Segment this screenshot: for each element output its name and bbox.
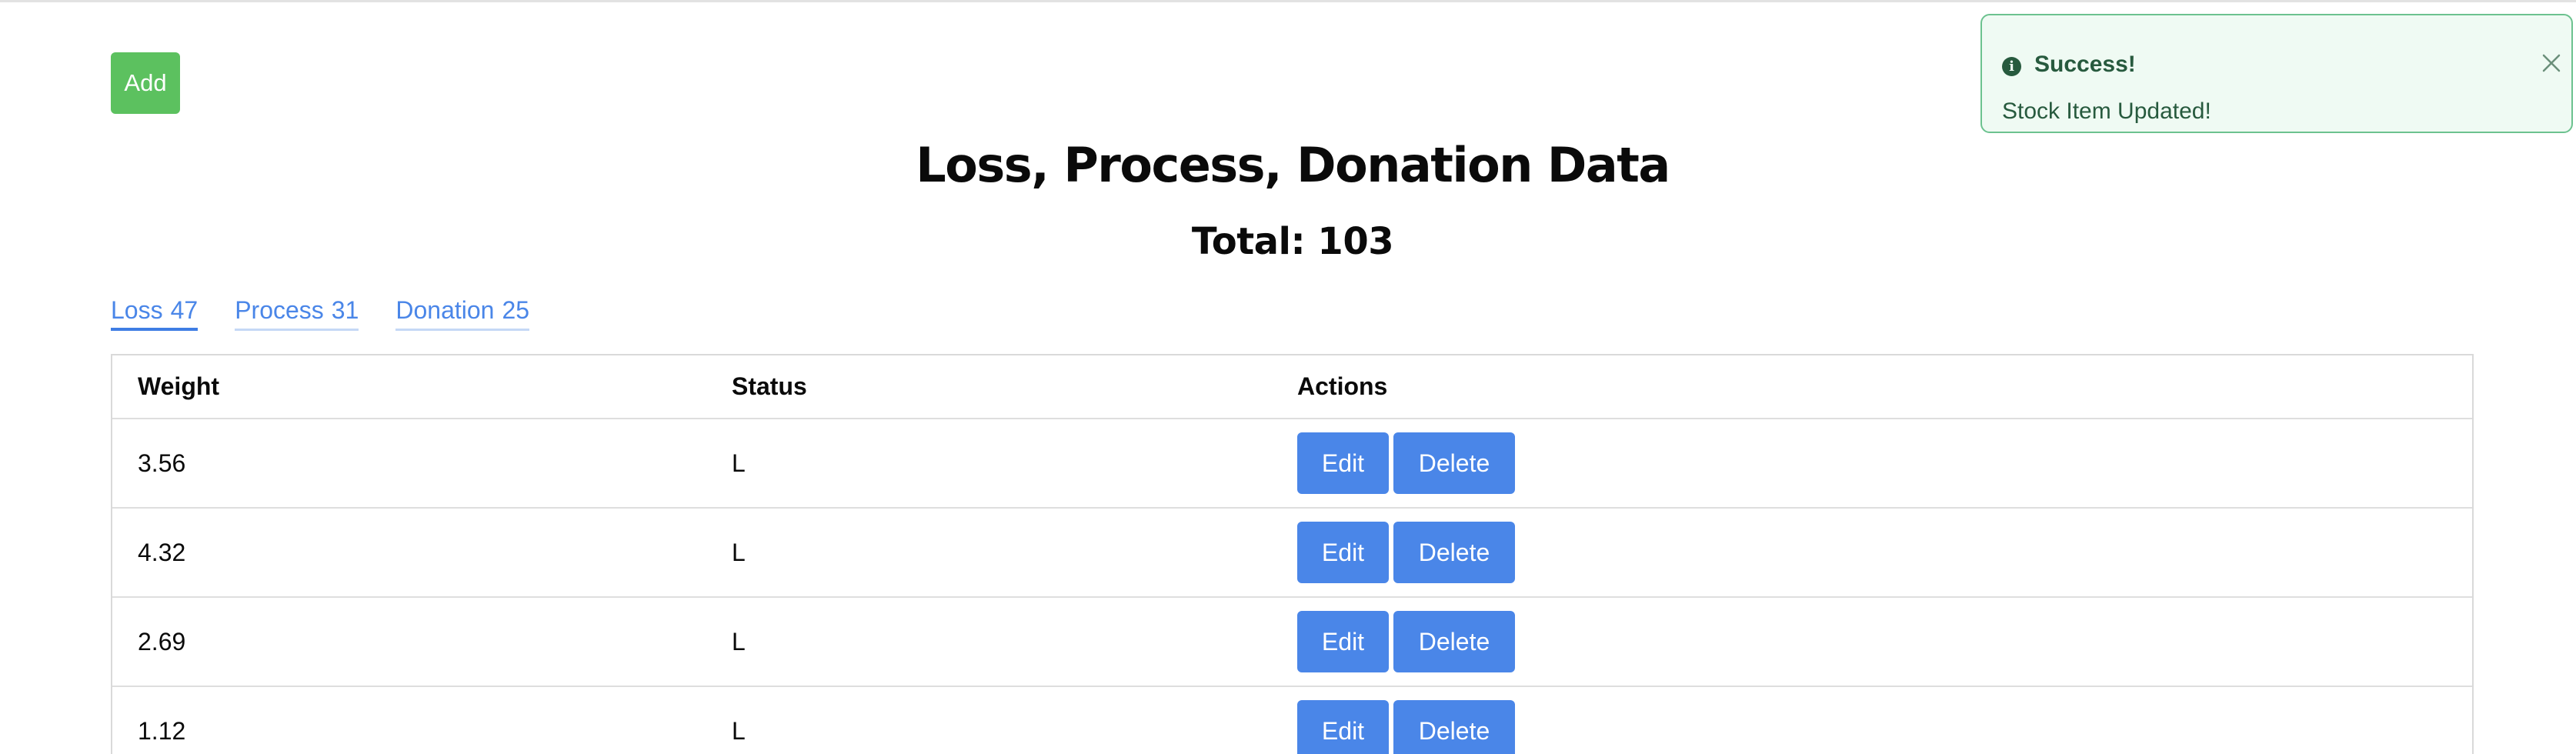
column-header-status: Status	[706, 355, 1272, 419]
table-header-row: Weight Status Actions	[112, 355, 2472, 419]
total-count: Total: 103	[1191, 220, 1394, 263]
delete-button[interactable]: Delete	[1393, 611, 1515, 672]
info-icon: i	[2002, 57, 2021, 76]
actions-cell: Edit Delete	[1272, 597, 2472, 687]
delete-button[interactable]: Delete	[1393, 432, 1515, 494]
tab-process[interactable]: Process 31	[235, 296, 359, 331]
status-cell: L	[706, 419, 1272, 509]
status-cell: L	[706, 508, 1272, 598]
table-row: 4.32 L Edit Delete	[112, 508, 2472, 598]
top-divider	[0, 0, 2576, 2]
weight-cell: 4.32	[112, 508, 706, 598]
data-table: Weight Status Actions 3.56 L Edit Delete …	[111, 354, 2474, 754]
column-header-actions: Actions	[1272, 355, 2472, 419]
table-row: 1.12 L Edit Delete	[112, 686, 2472, 754]
tab-label: Loss	[111, 296, 163, 324]
weight-cell: 1.12	[112, 686, 706, 754]
actions-cell: Edit Delete	[1272, 419, 2472, 509]
table-row: 3.56 L Edit Delete	[112, 419, 2472, 509]
edit-button[interactable]: Edit	[1297, 611, 1389, 672]
tab-label: Process	[235, 296, 324, 324]
column-header-weight: Weight	[112, 355, 706, 419]
edit-button[interactable]: Edit	[1297, 700, 1389, 754]
tab-count: 25	[502, 296, 530, 324]
tab-label: Donation	[395, 296, 495, 324]
delete-button[interactable]: Delete	[1393, 700, 1515, 754]
toast-message: Stock Item Updated!	[2002, 98, 2211, 124]
add-button[interactable]: Add	[111, 52, 180, 114]
tab-loss[interactable]: Loss 47	[111, 296, 199, 331]
edit-button[interactable]: Edit	[1297, 432, 1389, 494]
status-cell: L	[706, 597, 1272, 687]
delete-button[interactable]: Delete	[1393, 522, 1515, 583]
category-tabs: Loss 47 Process 31 Donation 25	[111, 296, 530, 331]
tab-count: 31	[331, 296, 359, 324]
tab-count: 47	[170, 296, 199, 324]
toast-title: Success!	[2034, 52, 2136, 77]
weight-cell: 2.69	[112, 597, 706, 687]
tab-donation[interactable]: Donation 25	[395, 296, 530, 331]
success-toast: i Success! Stock Item Updated!	[1980, 14, 2573, 133]
status-cell: L	[706, 686, 1272, 754]
actions-cell: Edit Delete	[1272, 686, 2472, 754]
table-row: 2.69 L Edit Delete	[112, 597, 2472, 687]
actions-cell: Edit Delete	[1272, 508, 2472, 598]
edit-button[interactable]: Edit	[1297, 522, 1389, 583]
close-icon[interactable]	[2536, 48, 2567, 78]
page-title: Loss, Process, Donation Data	[916, 137, 1670, 193]
weight-cell: 3.56	[112, 419, 706, 509]
